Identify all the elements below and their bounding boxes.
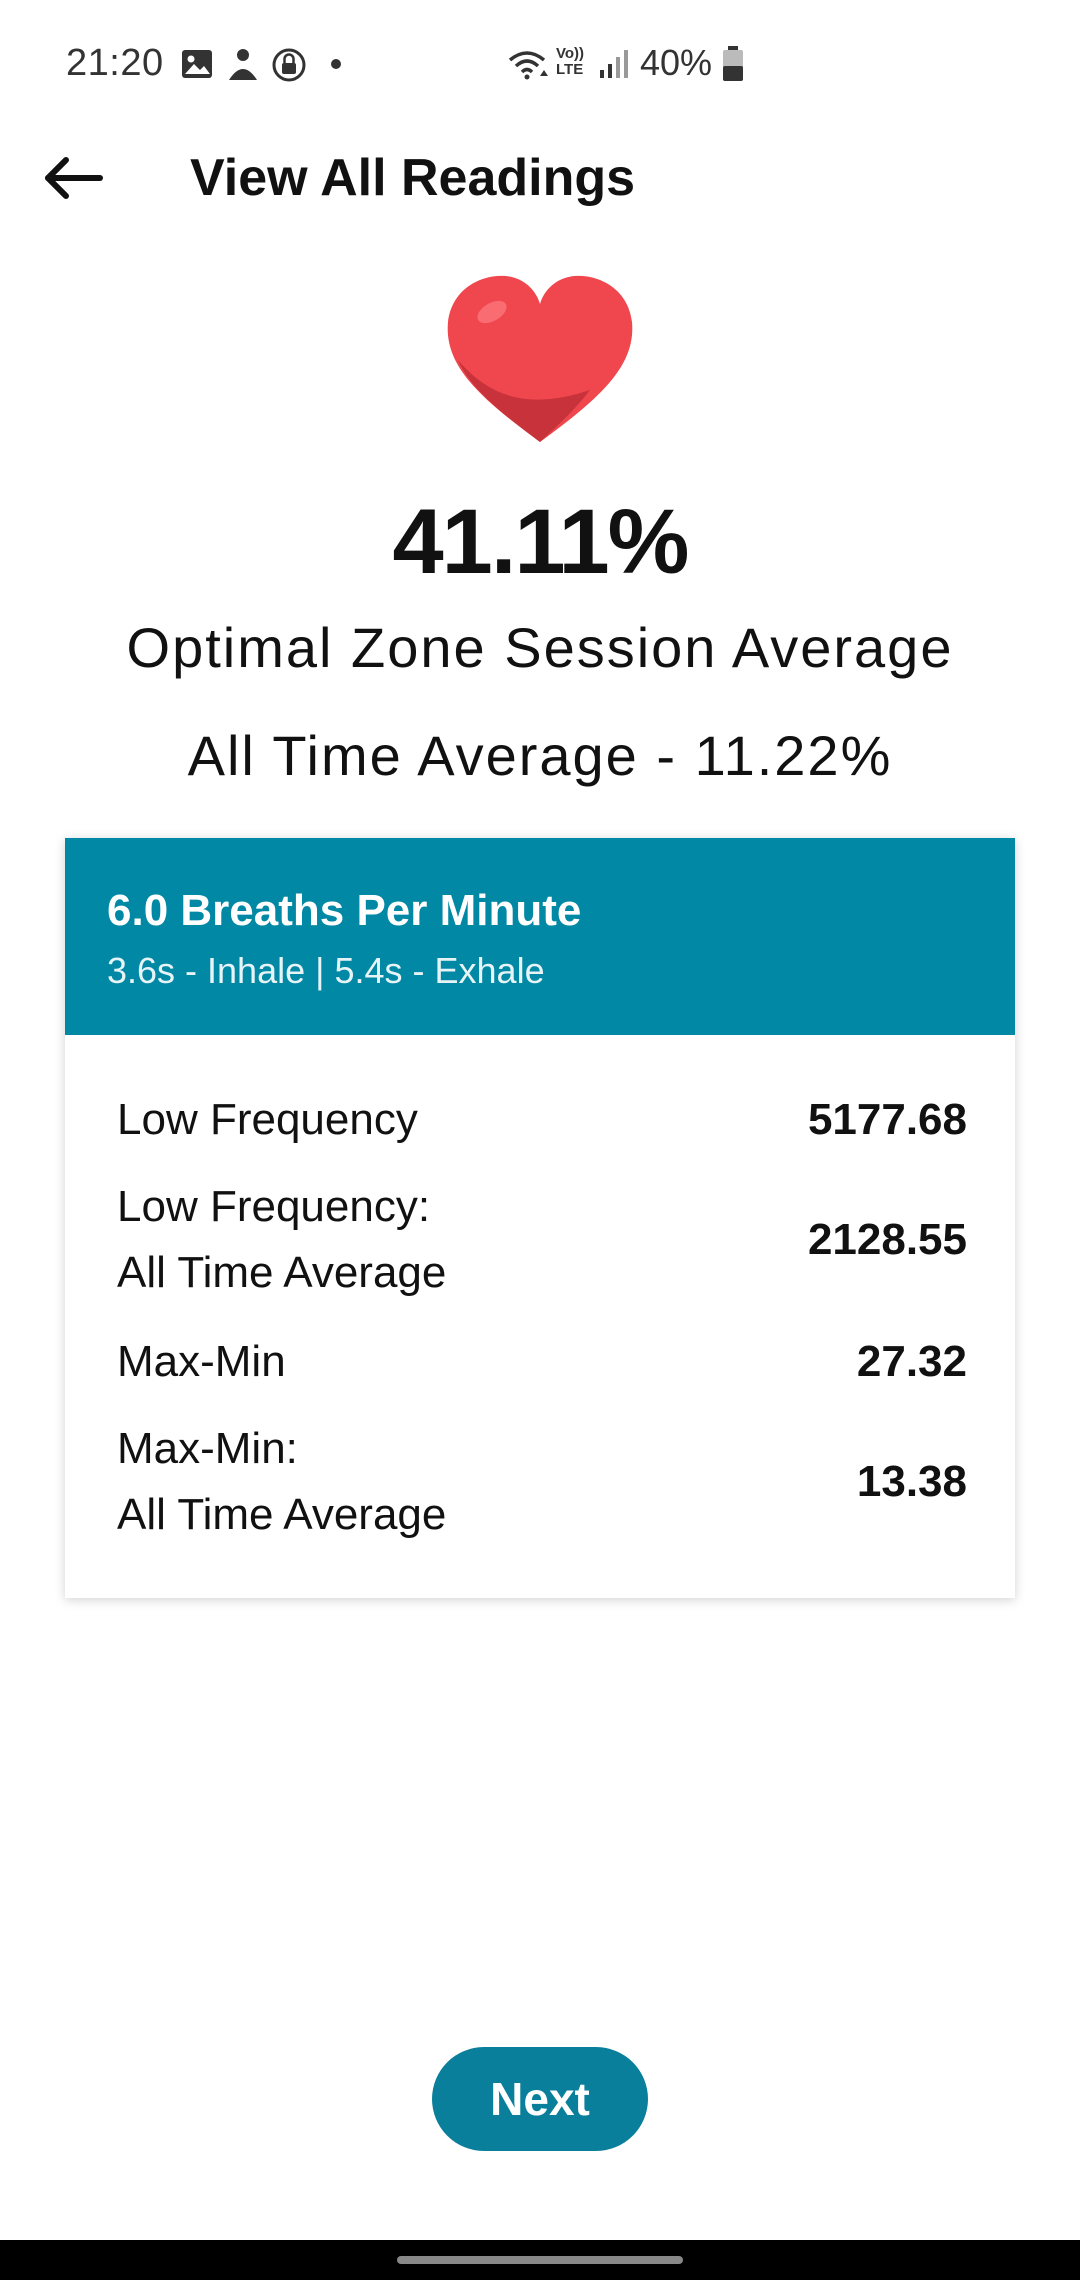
row-label: Max-Min: — [117, 1424, 298, 1473]
lock-icon — [272, 48, 306, 82]
readings-card: 6.0 Breaths Per Minute 3.6s - Inhale | 5… — [65, 838, 1015, 1598]
row-label: Low Frequency — [117, 1095, 418, 1144]
all-time-average: All Time Average - 11.22% — [187, 724, 893, 787]
volte-icon: Vo)) LTE — [556, 46, 592, 78]
reading-row-max-min-average: Max-Min: All Time Average 13.38 — [117, 1416, 967, 1548]
battery-percent: 40% — [640, 42, 713, 83]
next-button[interactable]: Next — [432, 2047, 648, 2151]
status-time: 21:20 — [66, 42, 164, 84]
status-bar: 21:20 Vo)) LTE 40% — [0, 0, 1080, 130]
inhale-exhale-subtitle: 3.6s - Inhale | 5.4s - Exhale — [107, 950, 545, 991]
card-header: 6.0 Breaths Per Minute 3.6s - Inhale | 5… — [65, 838, 1015, 1035]
row-value: 5177.68 — [807, 1095, 967, 1144]
user-icon — [229, 49, 257, 80]
volte-top-label: Vo)) — [556, 45, 585, 62]
reading-row-low-frequency: Low Frequency 5177.68 — [117, 1087, 967, 1153]
page-title: View All Readings — [190, 149, 636, 207]
session-average-label: Optimal Zone Session Average — [126, 616, 954, 679]
screen: 21:20 Vo)) LTE 40% View All Readings 41.… — [0, 0, 1080, 2280]
signal-icon — [600, 50, 628, 78]
row-label: Low Frequency: — [117, 1182, 431, 1231]
row-label-line2: All Time Average — [117, 1490, 447, 1539]
row-label: Max-Min — [117, 1337, 286, 1386]
heart-icon — [447, 275, 633, 442]
session-average-value: 41.11% — [392, 491, 690, 593]
row-value: 27.32 — [856, 1337, 967, 1386]
reading-row-low-frequency-average: Low Frequency: All Time Average 2128.55 — [117, 1174, 967, 1306]
row-label-line2: All Time Average — [117, 1248, 447, 1297]
back-arrow-icon[interactable] — [40, 150, 106, 206]
row-value: 2128.55 — [807, 1215, 967, 1264]
volte-bottom-label: LTE — [556, 61, 584, 78]
breaths-per-minute-title: 6.0 Breaths Per Minute — [107, 886, 582, 935]
battery-icon — [723, 46, 743, 81]
wifi-icon — [508, 51, 548, 80]
image-icon — [182, 50, 212, 78]
dot-icon — [331, 59, 341, 69]
navigation-bar — [0, 2240, 1080, 2280]
row-value: 13.38 — [856, 1457, 967, 1506]
reading-row-max-min: Max-Min 27.32 — [117, 1329, 967, 1395]
home-gesture-handle[interactable] — [397, 2256, 683, 2264]
